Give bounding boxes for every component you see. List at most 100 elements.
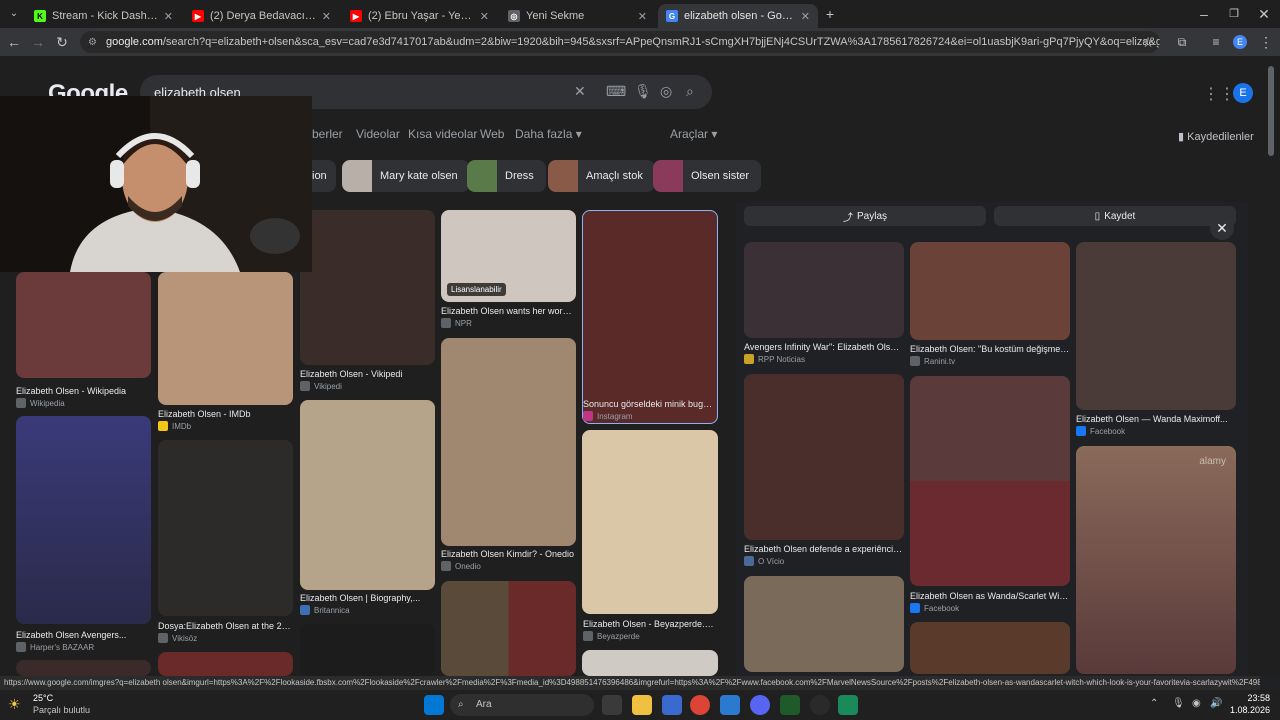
close-icon[interactable]: ✕ (164, 10, 173, 23)
saved-button[interactable]: ▮ Kaydedilenler (1178, 130, 1254, 143)
weather-temperature[interactable]: 25°C (33, 693, 53, 703)
nav-short-videos[interactable]: Kısa videolar (408, 127, 477, 141)
bookmark-star-icon[interactable]: ☆ (1140, 34, 1156, 50)
result-source[interactable]: Vikisöz (158, 633, 197, 643)
search-icon[interactable]: ⌕ (686, 83, 694, 100)
clear-icon[interactable]: ✕ (574, 83, 586, 100)
related-caption[interactable]: Avengers Infinity War": Elizabeth Olsen.… (744, 342, 904, 352)
result-source[interactable]: IMDb (158, 421, 191, 431)
discord-icon[interactable] (750, 695, 770, 715)
profile-avatar[interactable]: E (1233, 35, 1247, 49)
related-source[interactable]: Ranini.tv (910, 356, 955, 366)
result-image[interactable] (16, 660, 151, 676)
nav-web[interactable]: Web (480, 127, 504, 141)
related-caption[interactable]: Elizabeth Olsen — Wanda Maximoff... (1076, 414, 1236, 424)
app-icon[interactable] (720, 695, 740, 715)
chip-dress[interactable]: Dress (467, 160, 546, 192)
result-image[interactable] (158, 272, 293, 405)
site-info-icon[interactable]: ⚙ (88, 37, 97, 48)
close-icon[interactable]: ✕ (638, 10, 647, 23)
related-caption[interactable]: Elizabeth Olsen as Wanda/Scarlet Witc... (910, 591, 1070, 601)
result-source[interactable]: Vikipedi (300, 381, 342, 391)
window-close-icon[interactable]: ✕ (1256, 6, 1272, 22)
close-panel-icon[interactable]: ✕ (1210, 216, 1234, 240)
result-caption[interactable]: Elizabeth Olsen wants her work t... (441, 306, 576, 316)
result-image[interactable] (300, 624, 435, 676)
result-image[interactable] (16, 416, 151, 624)
result-caption[interactable]: Elizabeth Olsen | Biography,... (300, 593, 435, 603)
tray-chevron-icon[interactable]: ⌃ (1150, 698, 1158, 709)
result-image[interactable] (582, 650, 718, 676)
result-image[interactable]: Lisanslanabilir (441, 210, 576, 302)
kick-studio-icon[interactable] (780, 695, 800, 715)
clock-date[interactable]: 1.08.2026 (1226, 705, 1270, 715)
result-image[interactable] (300, 210, 435, 365)
taskbar-search[interactable]: ⌕ Ara (450, 694, 594, 716)
forward-icon[interactable]: → (30, 34, 46, 50)
clock-time[interactable]: 23:58 (1226, 693, 1270, 703)
chip-stock[interactable]: Amaçlı stok (548, 160, 655, 192)
result-image-selected[interactable] (582, 210, 718, 424)
result-source[interactable]: Britannica (300, 605, 350, 615)
result-source[interactable]: Beyazperde (583, 631, 640, 641)
reading-list-icon[interactable]: ≡ (1208, 34, 1224, 50)
chip-olsen-sister[interactable]: Olsen sister (653, 160, 762, 192)
reload-icon[interactable]: ↻ (54, 34, 70, 50)
tab-new-tab[interactable]: ◎ Yeni Sekme ✕ (500, 4, 655, 28)
related-image[interactable] (744, 576, 904, 672)
windows-start-icon[interactable] (424, 695, 444, 715)
related-image[interactable] (910, 622, 1070, 674)
account-avatar[interactable]: E (1233, 83, 1253, 103)
nav-videos[interactable]: Videolar (356, 127, 400, 141)
chip-mary-kate-olsen[interactable]: Mary kate olsen (342, 160, 470, 192)
nav-news[interactable]: berler (312, 127, 343, 141)
result-source[interactable]: NPR (441, 318, 472, 328)
result-caption[interactable]: Elizabeth Olsen - IMDb (158, 409, 293, 419)
close-icon[interactable]: ✕ (801, 10, 810, 23)
related-caption[interactable]: Elizabeth Olsen defende a experiência... (744, 544, 904, 554)
close-icon[interactable]: ✕ (480, 10, 489, 23)
result-image[interactable] (158, 652, 293, 676)
network-icon[interactable]: ◉ (1192, 698, 1201, 709)
save-button[interactable]: ▯ Kaydet (994, 206, 1236, 226)
result-image[interactable] (16, 272, 151, 378)
app-icon[interactable] (838, 695, 858, 715)
result-caption[interactable]: Sonuncu görseldeki minik bugün... (583, 399, 717, 409)
tab-youtube-1[interactable]: ▶ (2) Derya Bedavacı - Atlatırım - ✕ (184, 4, 339, 28)
microphone-icon[interactable]: 🎙 (1172, 698, 1185, 709)
microphone-icon[interactable]: 🎙 (634, 83, 652, 100)
chrome-icon[interactable] (690, 695, 710, 715)
tab-google-search[interactable]: G elizabeth olsen - Google'da Ara ✕ (658, 4, 818, 28)
close-icon[interactable]: ✕ (322, 10, 331, 23)
result-image[interactable] (441, 581, 576, 676)
related-image[interactable] (744, 374, 904, 540)
obs-icon[interactable] (810, 695, 830, 715)
lens-icon[interactable]: ◎ (660, 83, 672, 100)
result-caption[interactable]: Dosya:Elizabeth Olsen at the 202... (158, 621, 293, 631)
restore-icon[interactable]: ❐ (1226, 6, 1242, 22)
share-button[interactable]: ⤴ Paylaş (744, 206, 986, 226)
result-caption[interactable]: Elizabeth Olsen Kimdir? - Onedio (441, 549, 576, 559)
back-icon[interactable]: ← (6, 34, 22, 50)
extensions-icon[interactable]: ⧉ (1174, 34, 1190, 50)
nav-more[interactable]: Daha fazla ▾ (515, 127, 582, 141)
tab-youtube-2[interactable]: ▶ (2) Ebru Yaşar - Yeminim Var (O ✕ (342, 4, 497, 28)
result-caption[interactable]: Elizabeth Olsen - Vikipedi (300, 369, 435, 379)
result-source[interactable]: Harper's BAZAAR (16, 642, 94, 652)
related-image[interactable] (744, 242, 904, 338)
weather-description[interactable]: Parçalı bulutlu (33, 705, 90, 715)
result-image[interactable] (300, 400, 435, 590)
related-caption[interactable]: Elizabeth Olsen: "Bu kostüm değişmeli!..… (910, 344, 1070, 354)
result-image[interactable] (441, 338, 576, 546)
result-image[interactable] (582, 430, 718, 614)
page-scrollbar[interactable] (1268, 66, 1274, 156)
related-source[interactable]: RPP Noticias (744, 354, 805, 364)
related-source[interactable]: O Vício (744, 556, 784, 566)
related-image[interactable] (910, 376, 1070, 586)
minimize-icon[interactable]: – (1196, 6, 1212, 22)
result-source[interactable]: Onedio (441, 561, 481, 571)
new-tab-icon[interactable]: + (822, 6, 838, 22)
store-icon[interactable] (662, 695, 682, 715)
result-caption[interactable]: Elizabeth Olsen - Beyazperde.com (583, 619, 717, 629)
menu-icon[interactable]: ⋮ (1258, 34, 1274, 50)
